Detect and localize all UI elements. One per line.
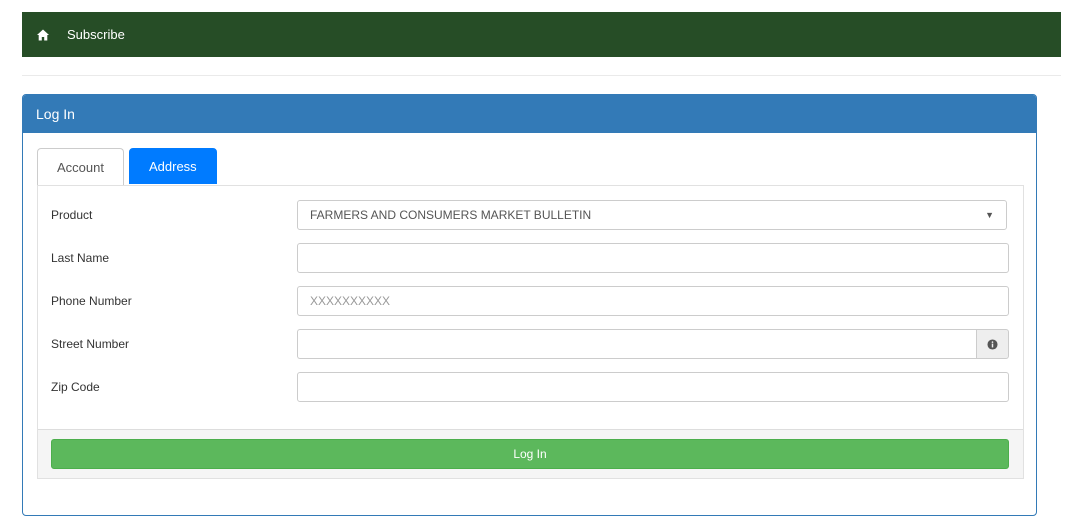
login-panel: Log In Account Address Product FARMERS A… xyxy=(22,94,1037,516)
tab-account[interactable]: Account xyxy=(37,148,124,185)
home-icon[interactable] xyxy=(36,28,50,42)
street-row: Street Number xyxy=(38,329,1023,359)
divider xyxy=(22,75,1061,76)
street-label: Street Number xyxy=(51,337,130,351)
phone-input[interactable] xyxy=(297,286,1009,316)
product-selected-value: FARMERS AND CONSUMERS MARKET BULLETIN xyxy=(310,208,592,222)
last-name-row: Last Name xyxy=(38,243,1023,273)
login-button[interactable]: Log In xyxy=(51,439,1009,469)
last-name-input[interactable] xyxy=(297,243,1009,273)
zip-row: Zip Code xyxy=(38,372,1023,402)
product-label: Product xyxy=(51,208,93,222)
form-footer: Log In xyxy=(38,429,1023,478)
street-input[interactable] xyxy=(297,329,976,359)
zip-label: Zip Code xyxy=(51,380,100,394)
login-form: Product FARMERS AND CONSUMERS MARKET BUL… xyxy=(37,185,1024,479)
subscribe-link[interactable]: Subscribe xyxy=(67,27,125,42)
product-row: Product FARMERS AND CONSUMERS MARKET BUL… xyxy=(38,200,1023,230)
chevron-down-icon: ▼ xyxy=(985,210,994,220)
phone-label: Phone Number xyxy=(51,294,132,308)
last-name-label: Last Name xyxy=(51,251,110,265)
info-circle-icon[interactable] xyxy=(976,329,1009,359)
tab-address[interactable]: Address xyxy=(128,148,217,184)
street-input-group xyxy=(297,329,1009,359)
tab-bar: Account Address xyxy=(37,148,222,186)
panel-title: Log In xyxy=(23,95,1036,133)
product-select[interactable]: FARMERS AND CONSUMERS MARKET BULLETIN ▼ xyxy=(297,200,1007,230)
zip-input[interactable] xyxy=(297,372,1009,402)
top-navbar: Subscribe xyxy=(22,12,1061,57)
phone-row: Phone Number xyxy=(38,286,1023,316)
